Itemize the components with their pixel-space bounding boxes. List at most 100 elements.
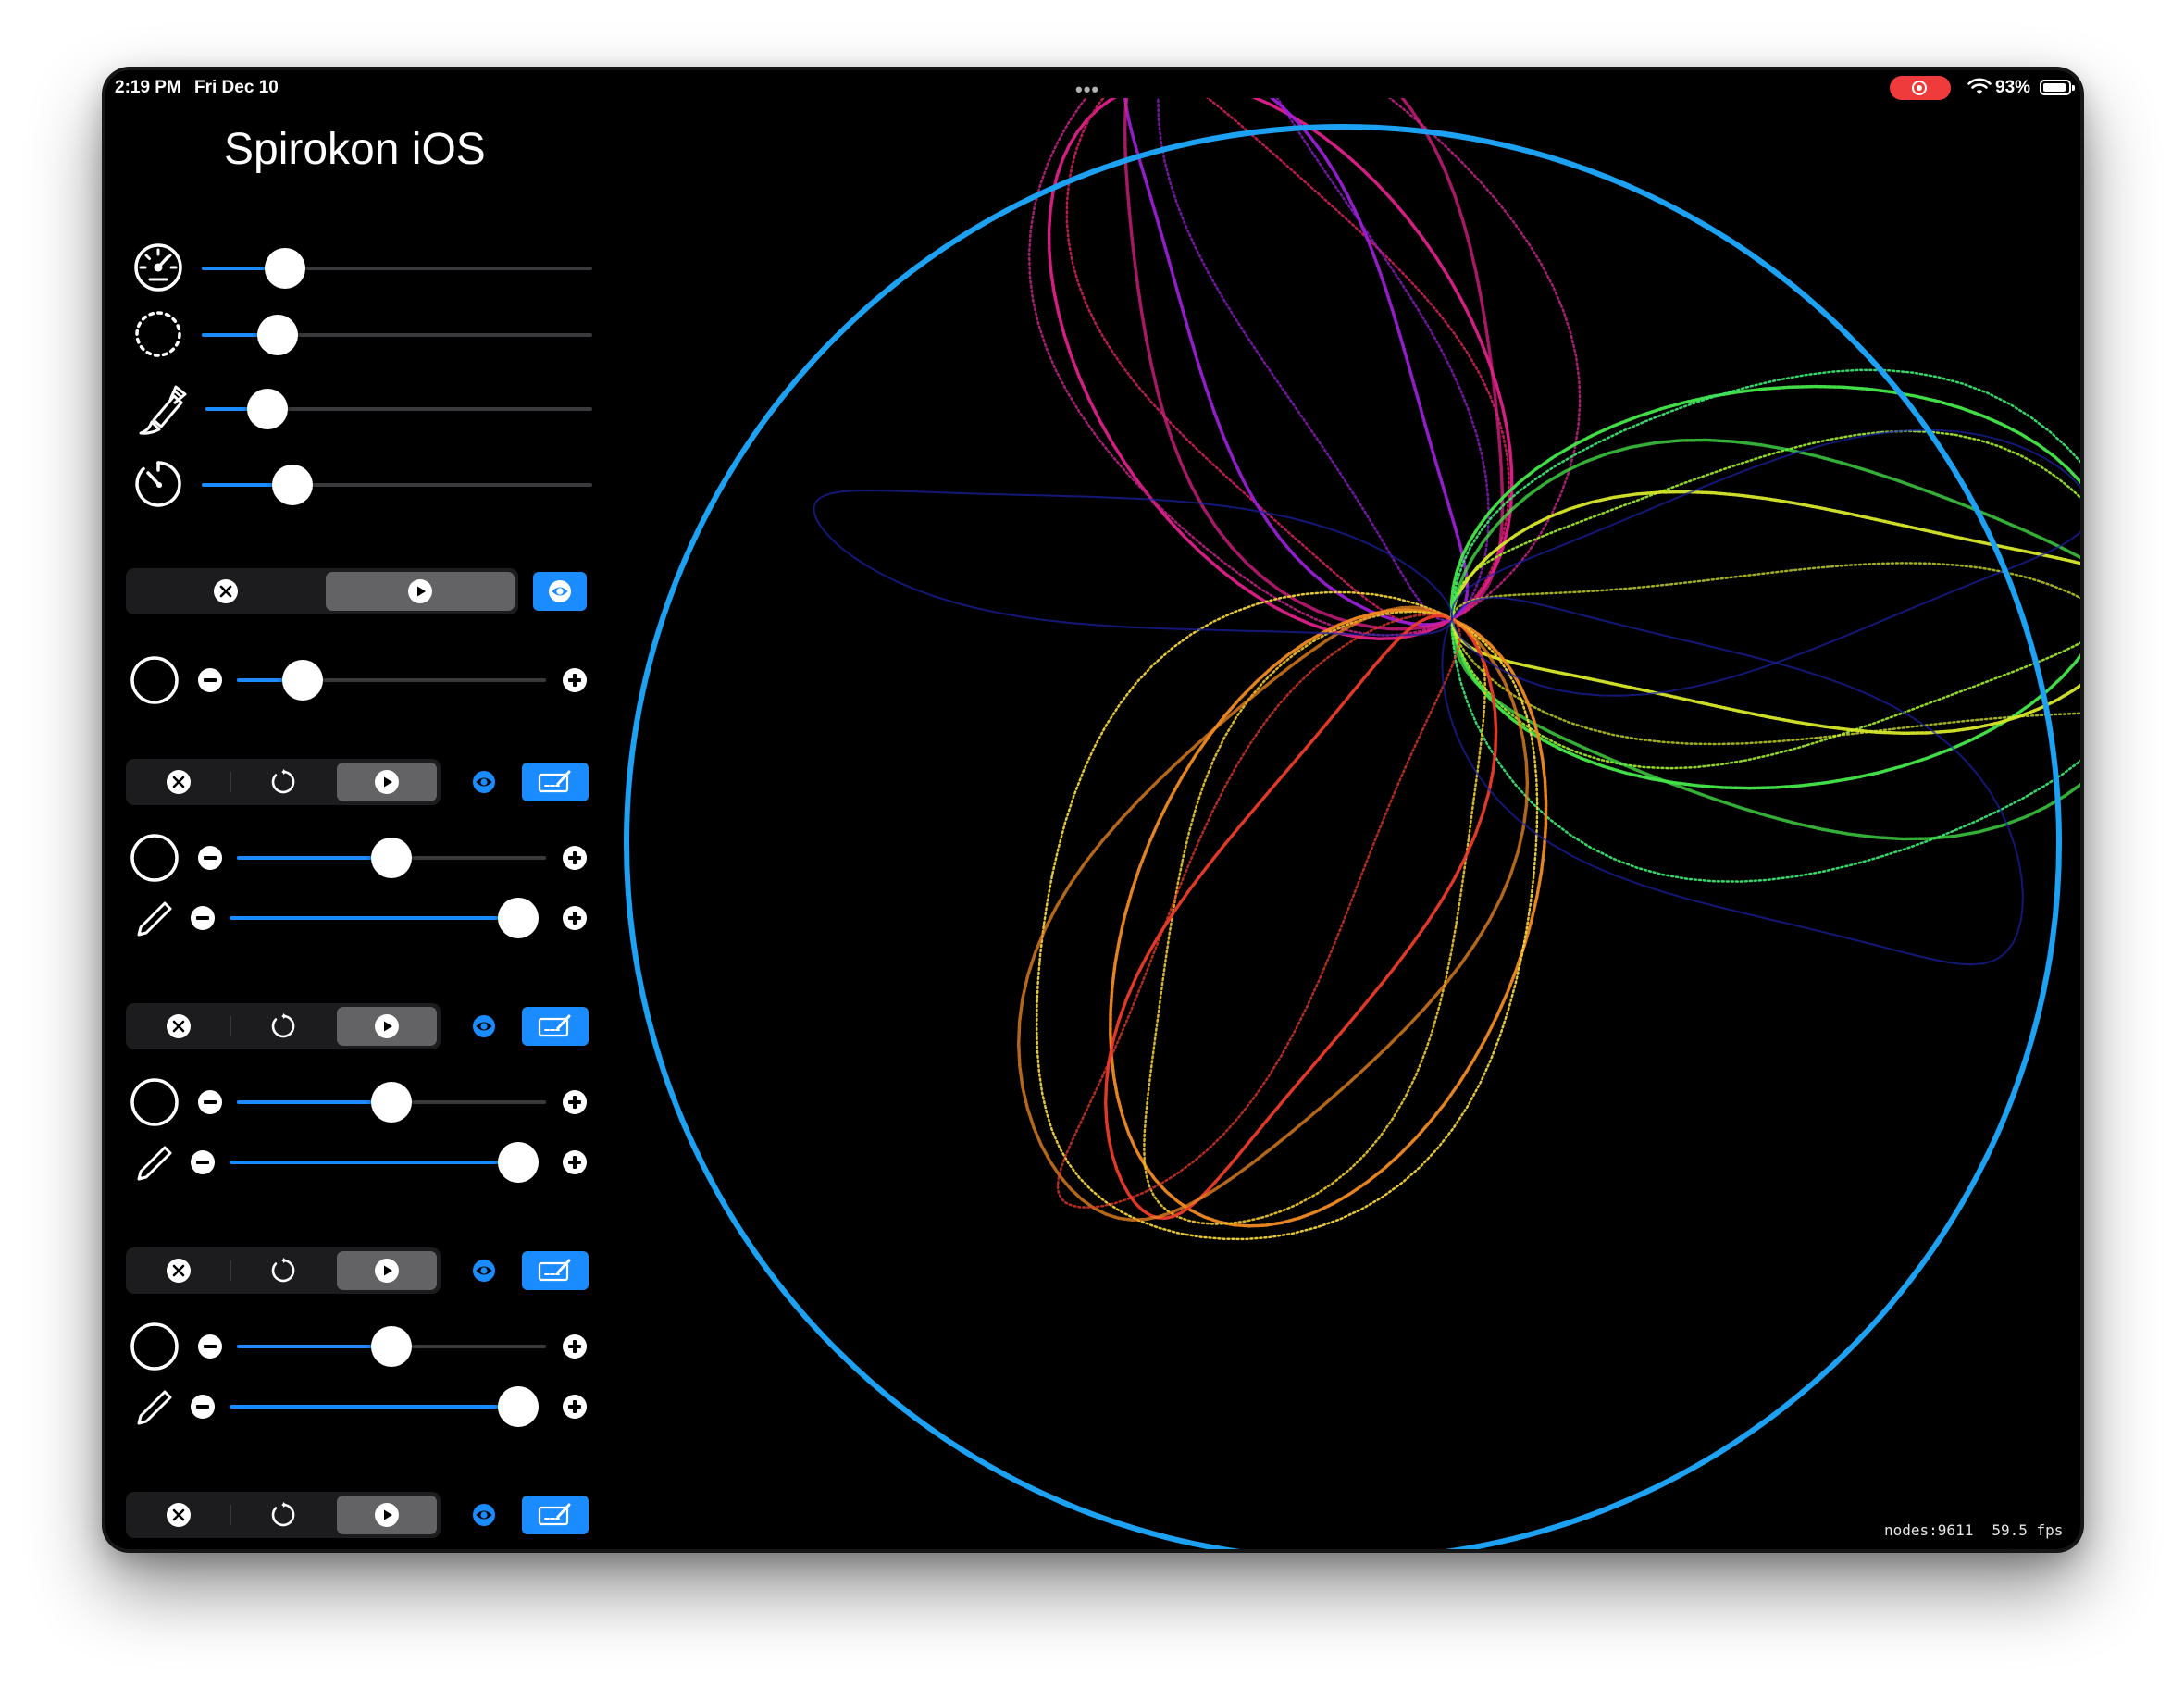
stop-segment[interactable] [130,763,228,801]
ring-0-radius-increase-button[interactable] [563,668,587,692]
play-segment[interactable] [337,1007,437,1046]
node-count: nodes:9611 [1884,1521,1974,1539]
slider-thumb[interactable] [498,898,539,938]
stop-segment[interactable] [130,1251,228,1290]
ring-1-draw-toggle-button[interactable] [522,763,589,801]
eye-icon [549,580,571,602]
slider-thumb[interactable] [282,660,324,701]
ring-3-mode-segmented-control[interactable] [126,1247,441,1294]
spiro-curve [1056,613,1461,1209]
screen-recording-icon[interactable] [1890,76,1951,100]
xmark-circle-icon [167,770,191,794]
stop-segment[interactable] [130,1007,228,1046]
ring-3-visibility-button[interactable] [470,1257,498,1285]
spiro-curve [1123,98,1470,627]
play-circle-icon [375,1503,399,1527]
app-screen: 2:19 PM Fri Dec 10 ••• 93% Spirokon iOS [105,70,2080,1549]
ring-3-pen-slider[interactable] [230,1386,539,1427]
play-segment[interactable] [337,1496,437,1534]
play-circle-icon [408,579,432,603]
eye-icon [473,1504,495,1526]
xmark-circle-icon [167,1259,191,1283]
circle-outline-icon [130,1322,180,1372]
xmark-circle-icon [167,1503,191,1527]
ring-2-pen-slider[interactable] [230,1142,539,1183]
ring-1-pen-slider[interactable] [230,898,539,938]
slider-thumb[interactable] [371,1082,412,1123]
spirograph-canvas[interactable] [624,98,2080,1549]
reset-segment[interactable] [233,763,333,801]
paintbrush-icon [133,379,187,441]
spiro-curve [1123,98,1505,631]
ring-4-mode-segmented-control[interactable] [126,1492,441,1538]
spiro-curve [1157,98,1490,622]
ring-3-radius-slider[interactable] [237,1326,546,1367]
circle-outline-icon [130,655,180,705]
ring-0-radius-decrease-button[interactable] [198,668,222,692]
ring-2-radius-decrease-button[interactable] [198,1090,222,1114]
ring-0-mode-segmented-control[interactable] [126,568,518,614]
ring-0-radius-slider[interactable] [237,660,546,701]
ring-1-radius-increase-button[interactable] [563,846,587,870]
slider-thumb[interactable] [265,248,306,289]
spiro-curve [1450,428,2080,697]
ring-2-visibility-button[interactable] [470,1012,498,1040]
ring-1-radius-decrease-button[interactable] [198,846,222,870]
rotate-arrow-icon [271,769,295,794]
play-segment[interactable] [337,763,437,801]
ring-2-pen-decrease-button[interactable] [191,1150,215,1174]
ring-2-pen-increase-button[interactable] [563,1150,587,1174]
reset-segment[interactable] [233,1251,333,1290]
point-size-slider[interactable] [202,315,592,355]
fps-counter: 59.5 fps [1992,1521,2064,1539]
slider-thumb[interactable] [246,389,288,429]
ring-3-draw-toggle-button[interactable] [522,1251,589,1290]
ring-1-radius-slider[interactable] [237,838,546,878]
dotted-circle-icon [133,309,183,359]
reset-segment[interactable] [233,1007,333,1046]
play-circle-icon [375,770,399,794]
xmark-circle-icon [167,1014,191,1038]
ring-1-pen-decrease-button[interactable] [191,906,215,930]
speed-slider[interactable] [202,248,592,289]
spiro-curve [813,489,1453,637]
stop-segment[interactable] [130,1496,228,1534]
rotate-arrow-icon [271,1013,295,1038]
slider-thumb[interactable] [257,315,299,355]
reset-segment[interactable] [233,1496,333,1534]
stop-segment[interactable] [130,572,322,611]
ring-0-visibility-button[interactable] [533,572,587,611]
slider-thumb[interactable] [371,838,412,878]
spiro-curve [1016,605,1530,1222]
ring-3-radius-increase-button[interactable] [563,1334,587,1359]
slider-thumb[interactable] [271,465,313,505]
pencil-icon [131,1384,176,1429]
eye-icon [473,771,495,793]
pen-drawing-icon [538,1503,571,1526]
stats-readout: nodes:9611 59.5 fps [1884,1521,2080,1539]
ring-4-visibility-button[interactable] [470,1501,498,1529]
ring-3-pen-decrease-button[interactable] [191,1395,215,1419]
ring-3-pen-increase-button[interactable] [563,1395,587,1419]
slider-thumb[interactable] [498,1142,539,1183]
ring-2-mode-segmented-control[interactable] [126,1003,441,1049]
ring-3-radius-decrease-button[interactable] [198,1334,222,1359]
ring-2-radius-slider[interactable] [237,1082,546,1123]
wifi-icon [1967,78,1992,96]
ring-1-pen-increase-button[interactable] [563,906,587,930]
brush-slider[interactable] [205,389,592,429]
ring-1-visibility-button[interactable] [470,768,498,796]
slider-thumb[interactable] [371,1326,412,1367]
play-segment[interactable] [337,1251,437,1290]
rotate-arrow-icon [271,1258,295,1283]
ring-2-radius-increase-button[interactable] [563,1090,587,1114]
eye-icon [473,1260,495,1282]
play-segment[interactable] [326,572,515,611]
pen-drawing-icon [538,1014,571,1037]
ring-4-draw-toggle-button[interactable] [522,1496,589,1534]
ring-1-mode-segmented-control[interactable] [126,759,441,805]
timer-slider[interactable] [202,465,592,505]
speedometer-icon [133,242,183,292]
ring-2-draw-toggle-button[interactable] [522,1007,589,1046]
slider-thumb[interactable] [498,1386,539,1427]
